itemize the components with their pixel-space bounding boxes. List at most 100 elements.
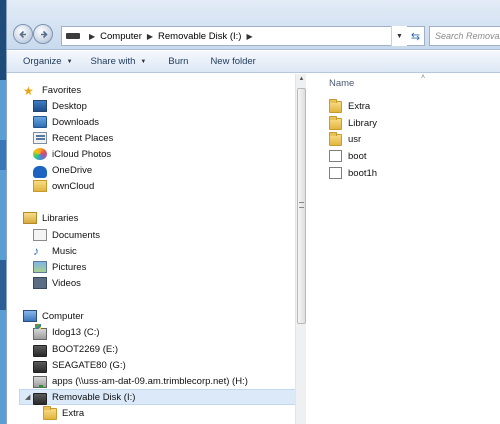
address-dropdown-button[interactable]: ▼: [391, 26, 407, 46]
file-name: Library: [348, 117, 378, 129]
drive-icon: [33, 345, 47, 357]
file-name: boot1h: [348, 167, 378, 179]
nav-item-drive-e[interactable]: BOOT2269 (E:): [33, 341, 118, 357]
collapse-arrow-icon[interactable]: ◢: [25, 393, 30, 401]
nav-item-label: Removable Disk (I:): [52, 391, 136, 403]
breadcrumb-separator-icon[interactable]: ▶: [89, 32, 95, 41]
organize-button[interactable]: Organize ▼: [23, 56, 73, 67]
nav-item-drive-h[interactable]: apps (\\uss-am-dat-09.am.trimblecorp.net…: [33, 373, 248, 389]
nav-item-owncloud[interactable]: ownCloud: [33, 178, 94, 194]
search-input[interactable]: Search Removable Disk (I:): [429, 26, 500, 46]
folder-icon: [43, 406, 57, 420]
nav-item-onedrive[interactable]: OneDrive: [33, 162, 92, 178]
chevron-down-icon: ▼: [140, 58, 147, 65]
scroll-up-arrow-icon[interactable]: ▲: [297, 76, 306, 85]
breadcrumb-removable-disk[interactable]: Removable Disk (I:): [158, 31, 241, 42]
nav-item-label: OneDrive: [52, 164, 93, 176]
nav-favorites-label: Favorites: [42, 84, 82, 96]
nav-item-desktop[interactable]: Desktop: [33, 98, 87, 114]
nav-item-drive-g[interactable]: SEAGATE80 (G:): [33, 357, 126, 373]
nav-item-music[interactable]: ♪ Music: [33, 243, 77, 259]
videos-icon: [33, 277, 47, 289]
drive-icon: [33, 361, 47, 373]
nav-computer[interactable]: Computer: [23, 308, 84, 324]
nav-item-recent-places[interactable]: Recent Places: [33, 130, 113, 146]
new-folder-button[interactable]: New folder: [210, 56, 255, 67]
forward-button[interactable]: [33, 24, 53, 44]
nav-item-videos[interactable]: Videos: [33, 275, 81, 291]
breadcrumb-computer[interactable]: Computer: [100, 31, 142, 42]
nav-item-label: ownCloud: [52, 180, 95, 192]
navigation-pane: ★ Favorites Desktop Downloads Recent Pla…: [7, 74, 305, 424]
nav-item-label: apps (\\uss-am-dat-09.am.trimblecorp.net…: [52, 375, 248, 387]
drive-icon: [33, 393, 47, 405]
network-drive-icon: [33, 376, 47, 388]
list-item[interactable]: boot: [329, 148, 367, 164]
new-folder-label: New folder: [210, 56, 256, 67]
file-name: boot: [348, 150, 367, 162]
refresh-icon: ⇆: [410, 30, 421, 43]
libraries-icon: [23, 212, 37, 224]
explorer-window: ▶ Computer ▶ Removable Disk (I:) ▶ ▼ ⇆ S…: [6, 0, 500, 424]
nav-item-documents[interactable]: Documents: [33, 227, 100, 243]
icloud-photos-icon: [33, 148, 47, 160]
computer-icon: [23, 310, 37, 322]
command-toolbar: Organize ▼ Share with ▼ Burn New folder: [7, 51, 500, 73]
scrollbar-grip-icon: [299, 202, 304, 208]
share-with-label: Share with: [90, 56, 136, 67]
nav-item-label: Extra: [62, 407, 85, 419]
desktop-icon: [33, 100, 47, 112]
refresh-button[interactable]: ⇆: [407, 26, 425, 46]
nav-item-label: iCloud Photos: [52, 148, 112, 160]
folder-icon: [329, 116, 342, 130]
drive-icon: [66, 33, 80, 39]
file-list-pane: ˄ Name Extra Library usr boot boot1h: [307, 74, 500, 424]
column-header-name[interactable]: Name: [329, 78, 354, 89]
back-button[interactable]: [13, 24, 33, 44]
downloads-icon: [33, 116, 47, 128]
burn-button[interactable]: Burn: [168, 56, 188, 67]
sort-ascending-icon: ˄: [421, 74, 426, 81]
nav-item-label: Pictures: [52, 261, 87, 273]
nav-item-downloads[interactable]: Downloads: [33, 114, 99, 130]
list-item[interactable]: usr: [329, 131, 361, 147]
breadcrumb-separator-icon[interactable]: ▶: [147, 32, 153, 41]
nav-item-extra[interactable]: Extra: [43, 405, 84, 421]
file-icon: [329, 167, 342, 179]
documents-icon: [33, 229, 47, 241]
nav-item-label: SEAGATE80 (G:): [52, 359, 126, 371]
folder-icon: [329, 132, 342, 146]
nav-item-label: Idog13 (C:): [52, 326, 100, 338]
recent-places-icon: [33, 132, 47, 144]
music-icon: ♪: [33, 244, 39, 258]
share-with-button[interactable]: Share with ▼: [91, 56, 147, 67]
nav-item-label: Videos: [52, 277, 81, 289]
forward-arrow-icon: [41, 30, 48, 39]
file-name: Extra: [348, 100, 371, 112]
file-icon: [329, 150, 342, 162]
list-item[interactable]: Library: [329, 115, 377, 131]
folder-icon: [329, 99, 342, 113]
nav-item-pictures[interactable]: Pictures: [33, 259, 86, 275]
nav-item-label: Recent Places: [52, 132, 114, 144]
nav-item-drive-c[interactable]: Idog13 (C:): [33, 323, 100, 340]
burn-label: Burn: [168, 56, 189, 67]
file-name: usr: [348, 133, 362, 145]
list-item[interactable]: boot1h: [329, 165, 377, 181]
nav-item-label: Downloads: [52, 116, 99, 128]
chevron-down-icon: ▼: [66, 58, 73, 65]
nav-libraries-label: Libraries: [42, 212, 79, 224]
address-bar-area: ▶ Computer ▶ Removable Disk (I:) ▶ ▼ ⇆ S…: [7, 0, 500, 50]
nav-item-drive-i[interactable]: Removable Disk (I:): [33, 389, 135, 405]
nav-item-label: Documents: [52, 229, 101, 241]
breadcrumb-separator-icon[interactable]: ▶: [246, 32, 252, 41]
list-item[interactable]: Extra: [329, 98, 370, 114]
nav-libraries[interactable]: Libraries: [23, 210, 78, 226]
breadcrumb[interactable]: ▶ Computer ▶ Removable Disk (I:) ▶: [61, 26, 407, 46]
organize-label: Organize: [23, 56, 62, 67]
nav-computer-label: Computer: [42, 310, 84, 322]
nav-item-icloud-photos[interactable]: iCloud Photos: [33, 146, 111, 162]
pictures-icon: [33, 261, 47, 273]
nav-favorites[interactable]: ★ Favorites: [23, 82, 81, 98]
nav-item-label: Desktop: [52, 100, 87, 112]
